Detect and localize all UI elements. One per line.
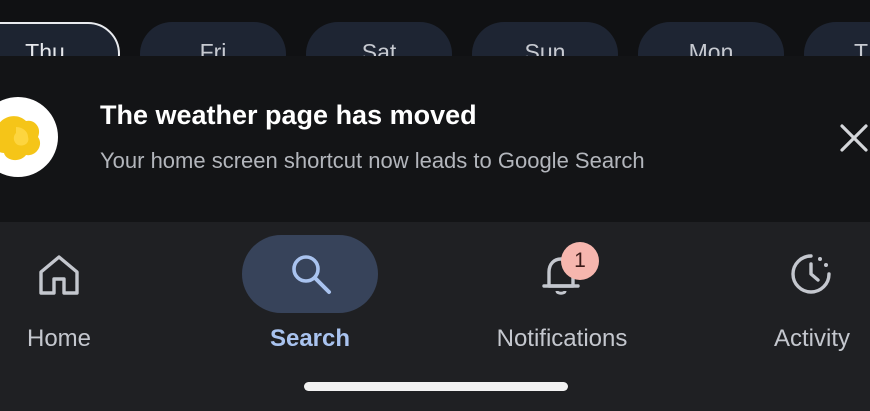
day-chip-label: T [854, 39, 869, 56]
weather-sun-icon [0, 97, 58, 177]
nav-label-activity: Activity [773, 325, 850, 352]
banner-subtitle: Your home screen shortcut now leads to G… [100, 148, 645, 173]
close-button[interactable] [830, 114, 870, 162]
nav-item-home[interactable]: Home [0, 222, 120, 372]
weather-moved-banner: The weather page has moved Your home scr… [0, 56, 870, 222]
day-chip-next[interactable]: T [804, 22, 870, 56]
nav-item-notifications[interactable]: 1 Notifications [480, 222, 644, 372]
nav-item-activity[interactable]: Activity [756, 222, 866, 372]
home-icon [33, 248, 85, 300]
day-chip-label: Thu [25, 39, 65, 56]
day-chip-label: Mon [688, 39, 734, 56]
day-selector-strip: Thu Fri Sat Sun Mon T [0, 0, 870, 56]
nav-label-search: Search [269, 325, 351, 352]
day-chip-label: Sat [361, 39, 397, 56]
nav-label-notifications: Notifications [496, 325, 628, 352]
day-chip-fri[interactable]: Fri [140, 22, 286, 56]
banner-title: The weather page has moved [100, 100, 477, 130]
day-chip-sat[interactable]: Sat [306, 22, 452, 56]
day-chip-sun[interactable]: Sun [472, 22, 618, 56]
day-chip-thu[interactable]: Thu [0, 22, 120, 56]
close-icon [840, 124, 868, 152]
gesture-navigation-handle[interactable] [304, 382, 568, 391]
day-chip-mon[interactable]: Mon [638, 22, 784, 56]
nav-item-search[interactable]: Search [230, 222, 390, 372]
notification-count-badge: 1 [561, 242, 599, 280]
day-chip-label: Fri [199, 39, 227, 56]
nav-label-home: Home [26, 325, 92, 352]
search-icon [284, 248, 336, 300]
activity-history-icon [785, 248, 837, 300]
day-chip-label: Sun [524, 39, 566, 56]
